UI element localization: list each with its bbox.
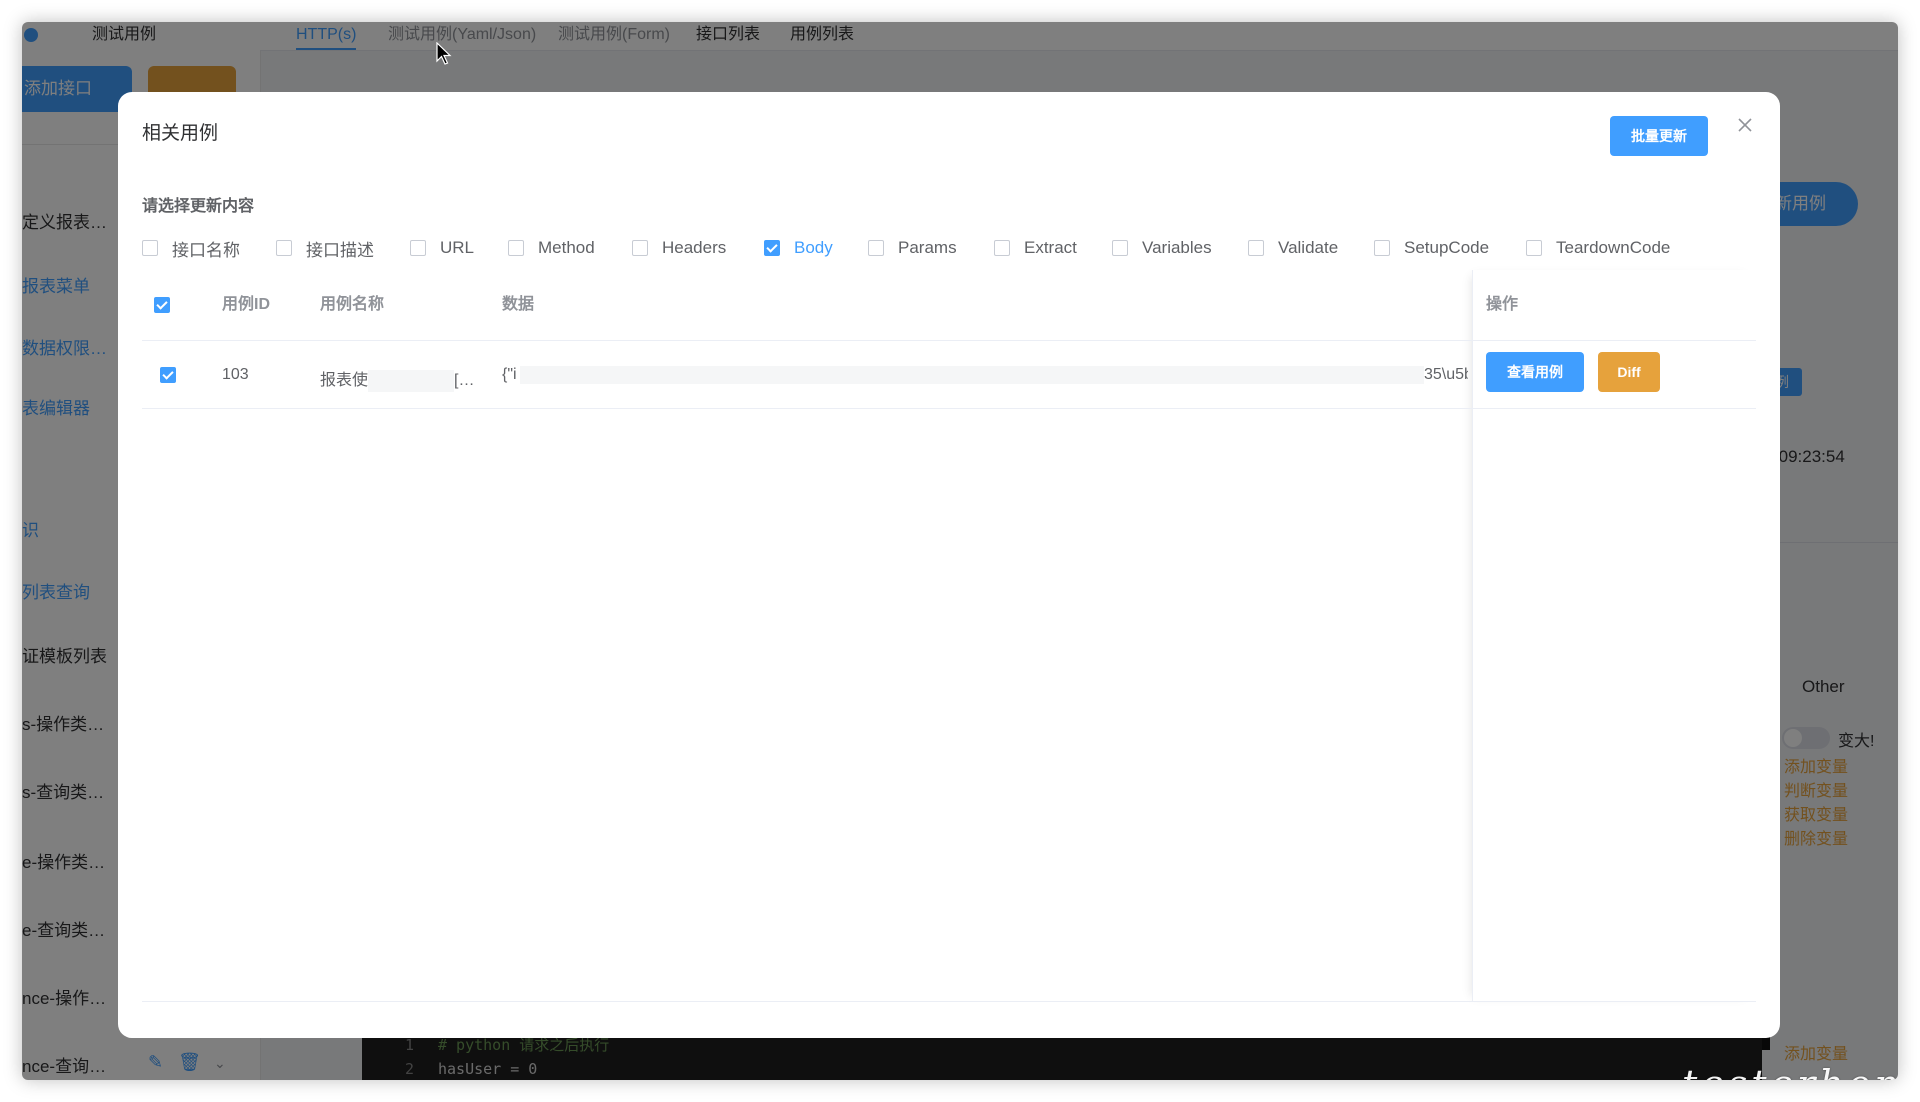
option-body[interactable]: Body [764, 236, 833, 260]
mouse-cursor-icon [436, 41, 452, 71]
checkbox[interactable] [764, 240, 780, 256]
option-label: 接口描述 [306, 240, 374, 260]
table-bottom-border [142, 1001, 1756, 1002]
checkbox[interactable] [1112, 240, 1128, 256]
case-name-end: [… [454, 372, 475, 389]
case-name: 报表使 [… [320, 366, 474, 392]
case-data-start: {"i [502, 366, 517, 383]
checkbox[interactable] [632, 240, 648, 256]
case-data-end: 35\u5b [1424, 366, 1468, 383]
column-header-data: 数据 [502, 296, 535, 313]
diff-button[interactable]: Diff [1598, 352, 1660, 392]
option-setup-code[interactable]: SetupCode [1374, 236, 1489, 260]
option-label: Extract [1024, 238, 1077, 257]
column-header-actions: 操作 [1486, 296, 1519, 313]
option-api-name[interactable]: 接口名称 [142, 236, 240, 260]
related-cases-dialog: 相关用例 批量更新 请选择更新内容 接口名称 接口描述 URL Method H… [118, 92, 1780, 1038]
checkbox[interactable] [276, 240, 292, 256]
option-label: Validate [1278, 238, 1339, 257]
option-label: Headers [662, 238, 727, 257]
option-extract[interactable]: Extract [994, 236, 1077, 260]
cases-table: 用例ID 用例名称 数据 操作 103 报表使 [… {"i 35\u5b 查看用… [142, 270, 1756, 1002]
option-label: TeardownCode [1556, 238, 1671, 257]
column-header-id: 用例ID [222, 296, 271, 313]
checkbox[interactable] [994, 240, 1010, 256]
checkbox[interactable] [508, 240, 524, 256]
select-all-checkbox[interactable] [154, 297, 170, 313]
app-window: 测试用例 添加接口 定义报表… 报表菜单 数据权限… 表编辑器 识 列表查询 证… [22, 22, 1898, 1080]
header-divider [142, 340, 1756, 341]
batch-update-button[interactable]: 批量更新 [1610, 116, 1708, 156]
checkbox[interactable] [1248, 240, 1264, 256]
option-label: Variables [1142, 238, 1212, 257]
option-headers[interactable]: Headers [632, 236, 726, 260]
redacted-block [520, 366, 1424, 384]
row-divider [142, 408, 1756, 409]
case-id: 103 [222, 366, 249, 383]
close-icon[interactable] [1734, 114, 1756, 136]
checkbox[interactable] [410, 240, 426, 256]
checkbox[interactable] [868, 240, 884, 256]
option-label: Params [898, 238, 957, 257]
checkbox[interactable] [1526, 240, 1542, 256]
option-api-desc[interactable]: 接口描述 [276, 236, 374, 260]
option-label: Body [794, 238, 833, 257]
option-label: 接口名称 [172, 240, 240, 260]
option-label: SetupCode [1404, 238, 1490, 257]
section-label: 请选择更新内容 [142, 198, 255, 215]
case-data: {"i 35\u5b [502, 366, 1468, 384]
column-header-name: 用例名称 [320, 296, 385, 313]
row-checkbox[interactable] [160, 367, 176, 383]
option-validate[interactable]: Validate [1248, 236, 1338, 260]
option-teardown-code[interactable]: TeardownCode [1526, 236, 1670, 260]
checkbox[interactable] [142, 240, 158, 256]
view-case-button[interactable]: 查看用例 [1486, 352, 1584, 392]
option-method[interactable]: Method [508, 236, 595, 260]
option-label: URL [440, 238, 475, 257]
option-variables[interactable]: Variables [1112, 236, 1212, 260]
option-url[interactable]: URL [410, 236, 474, 260]
option-label: Method [538, 238, 595, 257]
redacted-block [368, 369, 455, 392]
dialog-title: 相关用例 [142, 123, 219, 144]
watermark-logo: testerhome.com [1682, 1062, 1898, 1080]
case-name-start: 报表使 [320, 372, 369, 389]
checkbox[interactable] [1374, 240, 1390, 256]
option-params[interactable]: Params [868, 236, 957, 260]
